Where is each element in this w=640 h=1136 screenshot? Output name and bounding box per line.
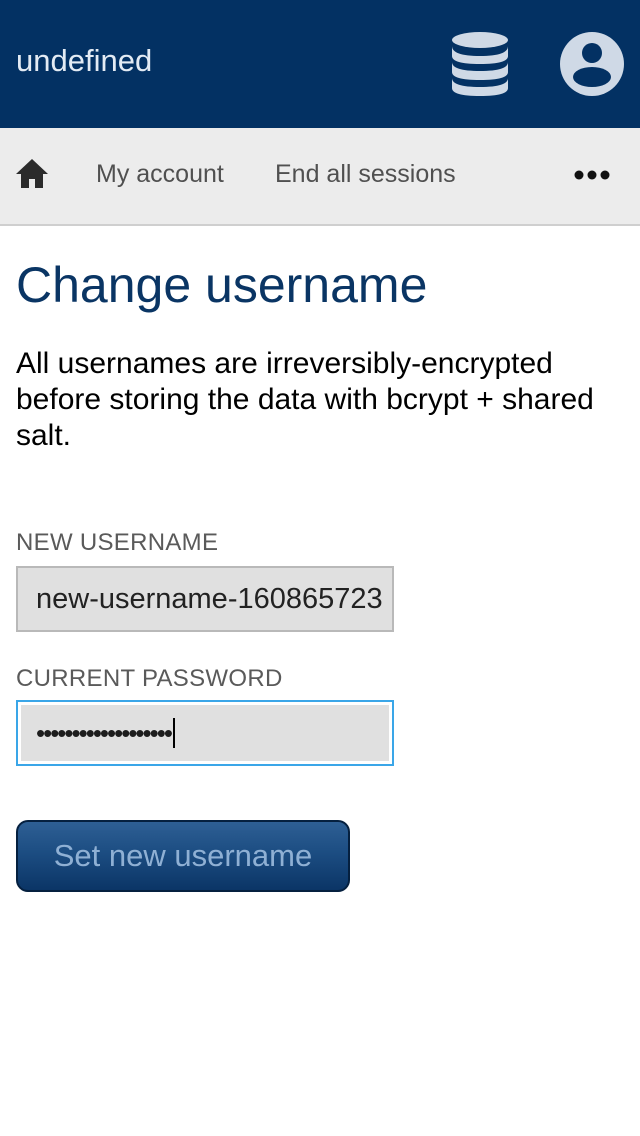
page: undefined My account End all sessions Ch… xyxy=(0,0,640,1136)
current-password-label: CURRENT PASSWORD xyxy=(16,665,283,692)
set-new-username-button[interactable]: Set new username xyxy=(16,820,350,892)
new-username-input[interactable]: new-username-160865723 xyxy=(16,566,394,632)
home-icon xyxy=(16,159,48,188)
page-title: Change username xyxy=(16,257,428,313)
account-circle-icon xyxy=(560,32,624,96)
page-description: All usernames are irreversibly-encrypted… xyxy=(16,347,594,452)
new-username-label: NEW USERNAME xyxy=(16,529,219,556)
nav-bar: My account End all sessions xyxy=(0,128,640,226)
new-username-value: new-username-160865723 xyxy=(36,583,383,615)
current-password-value: ••••••••••••••••••• xyxy=(36,717,173,748)
nav-end-all-sessions[interactable]: End all sessions xyxy=(275,158,456,190)
more-menu-button[interactable] xyxy=(572,164,612,186)
database-icon xyxy=(452,32,508,96)
nav-my-account[interactable]: My account xyxy=(96,158,224,190)
current-password-input[interactable]: ••••••••••••••••••• xyxy=(16,700,394,766)
home-button[interactable] xyxy=(14,156,50,192)
app-title: undefined xyxy=(16,43,153,78)
database-button[interactable] xyxy=(448,30,512,98)
more-horizontal-icon xyxy=(574,170,610,180)
text-caret xyxy=(172,718,175,748)
account-button[interactable] xyxy=(558,30,626,98)
app-header: undefined xyxy=(0,0,640,128)
